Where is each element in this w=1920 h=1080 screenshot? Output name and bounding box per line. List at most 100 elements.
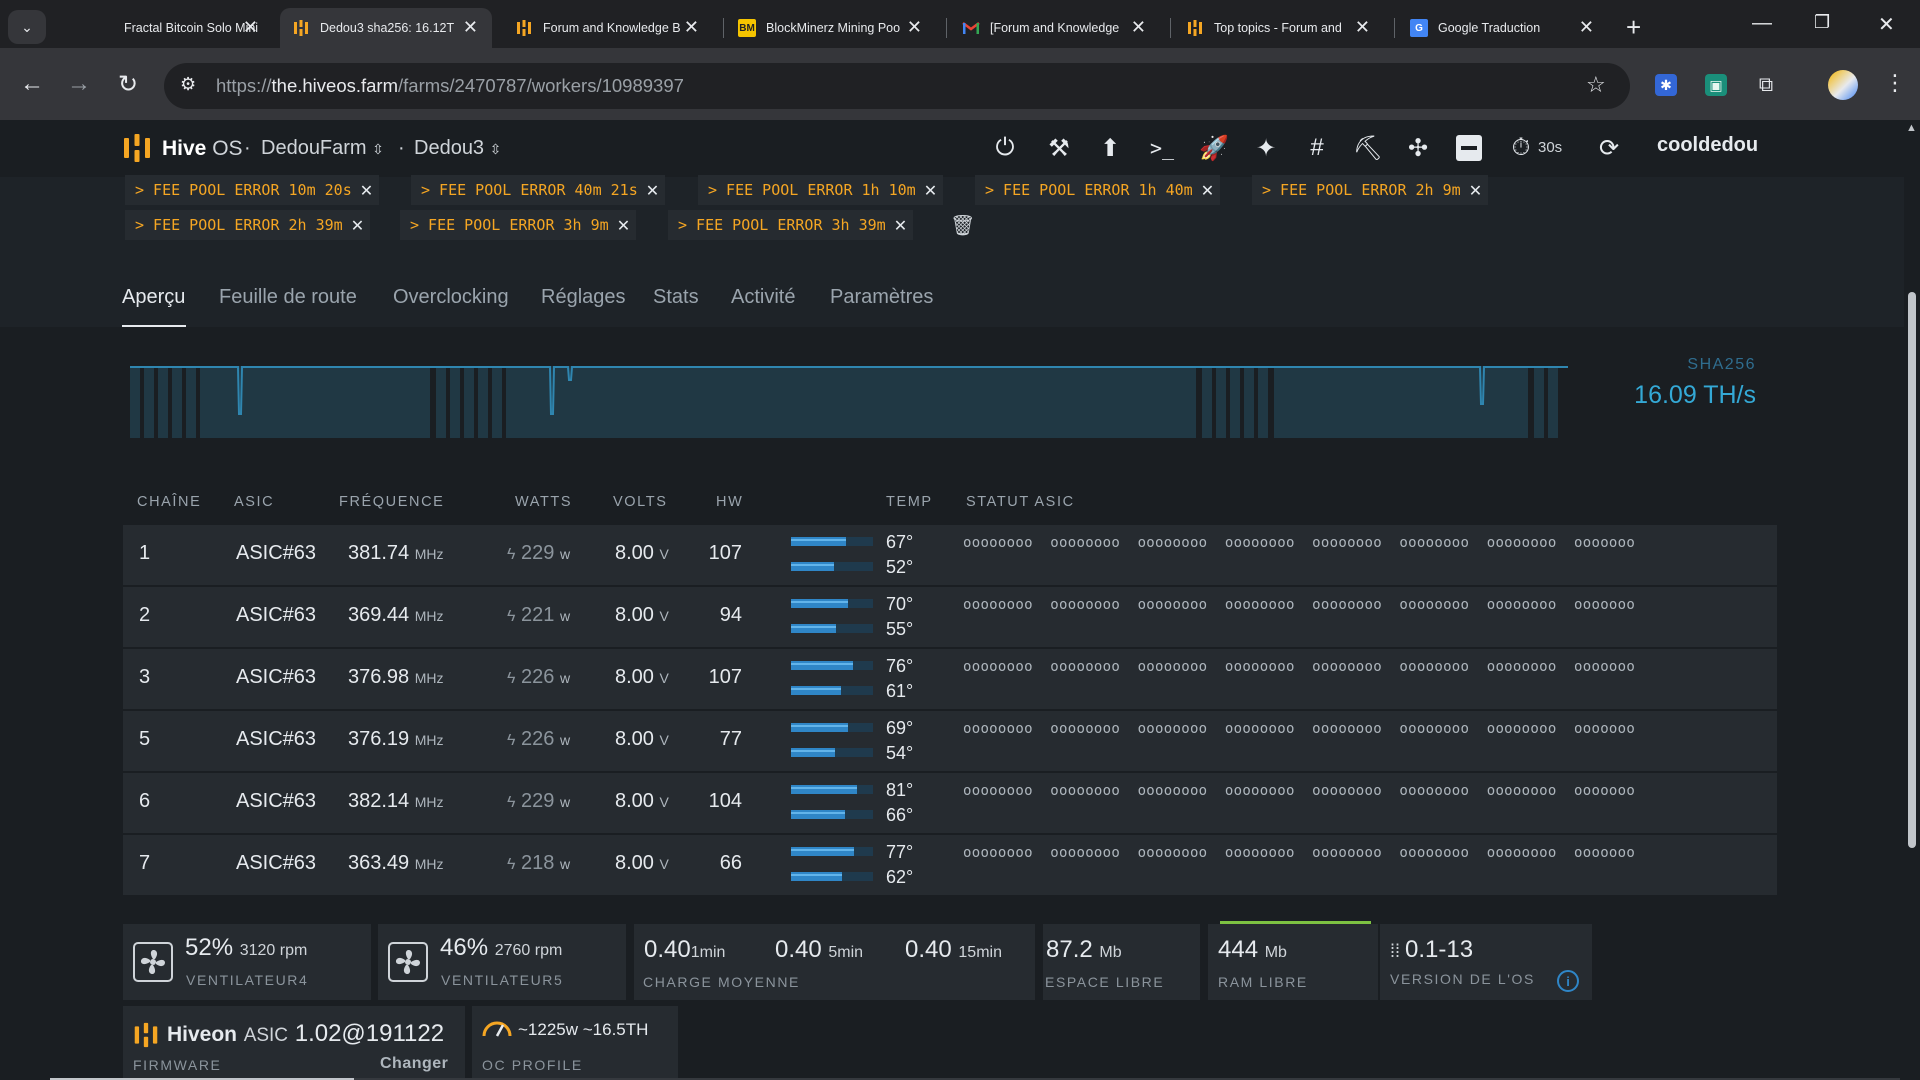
table-cell: ϟ 226 w xyxy=(507,666,570,689)
worker-selector[interactable]: Dedou3 ⇳ xyxy=(414,137,501,160)
site-settings-icon[interactable]: ⚙ xyxy=(180,74,196,95)
tab-feuille-de-route[interactable]: Feuille de route xyxy=(219,286,357,309)
minus-icon[interactable] xyxy=(1454,133,1484,163)
close-icon[interactable]: ✕ xyxy=(463,17,478,38)
column-header-asic-status: STATUT ASIC xyxy=(966,494,1075,510)
error-chip[interactable]: > FEE POOL ERROR 2h 39m ✕ xyxy=(125,210,371,240)
close-icon[interactable]: ✕ xyxy=(1131,17,1146,38)
temp-high: 81° xyxy=(886,780,914,800)
back-button[interactable]: ← xyxy=(20,70,44,98)
chevron-updown-icon: ⇳ xyxy=(372,141,384,157)
tools-icon[interactable]: ⚒ xyxy=(1044,133,1074,163)
trash-icon[interactable]: 🗑 xyxy=(950,213,975,238)
close-icon[interactable]: ✕ xyxy=(1201,181,1214,200)
restore-window-button[interactable]: ❐ xyxy=(1814,12,1830,33)
stopwatch-icon[interactable]: ⏱ xyxy=(1506,133,1536,163)
close-icon[interactable]: ✕ xyxy=(924,181,937,200)
ram-indicator-bar xyxy=(1220,921,1371,924)
error-chip[interactable]: > FEE POOL ERROR 1h 40m ✕ xyxy=(975,175,1221,205)
minimize-window-button[interactable]: — xyxy=(1752,12,1772,35)
oc-profile-label: OC PROFILE xyxy=(482,1057,583,1073)
refresh-icon[interactable]: ⟳ xyxy=(1594,133,1624,163)
frequency-value: 376.98 xyxy=(348,666,410,688)
close-icon[interactable]: ✕ xyxy=(646,181,659,200)
table-cell: 77 xyxy=(708,728,742,751)
url-text[interactable]: https://the.hiveos.farm/farms/2470787/wo… xyxy=(216,75,684,97)
asic-status: oooooooo oooooooo oooooooo oooooooo oooo… xyxy=(963,597,1636,613)
column-header-volts: VOLTS xyxy=(613,494,668,510)
hashrate-value: 16.09 TH/s xyxy=(1634,381,1756,409)
asic-status: oooooooo oooooooo oooooooo oooooooo oooo… xyxy=(963,783,1636,799)
tab-reglages[interactable]: Réglages xyxy=(541,286,626,309)
tab-stats[interactable]: Stats xyxy=(653,286,699,309)
tab-parametres[interactable]: Paramètres xyxy=(830,286,933,309)
pickaxe-icon[interactable]: ⛏ xyxy=(1353,133,1383,163)
info-icon[interactable]: i xyxy=(1557,970,1579,992)
new-tab-button[interactable]: + xyxy=(1626,12,1641,43)
magic-wand-icon[interactable]: ✦ xyxy=(1251,133,1281,163)
user-name[interactable]: cooldedou xyxy=(1657,134,1758,157)
power-icon[interactable]: ⏻ xyxy=(990,133,1020,163)
frequency-unit: MHz xyxy=(414,670,444,686)
error-chip[interactable]: > FEE POOL ERROR 3h 9m ✕ xyxy=(400,210,637,240)
close-icon[interactable]: ✕ xyxy=(684,17,699,38)
table-cell: 1 xyxy=(139,542,150,565)
tab-activite[interactable]: Activité xyxy=(731,286,795,309)
close-icon[interactable]: ✕ xyxy=(1579,17,1594,38)
error-chip[interactable]: > FEE POOL ERROR 2h 9m ✕ xyxy=(1252,175,1489,205)
temp-low: 61° xyxy=(886,681,914,701)
table-cell: ASIC#63 xyxy=(236,604,316,627)
hw-errors: 77 xyxy=(719,728,742,750)
table-cell: ϟ 226 w xyxy=(507,728,570,751)
brand-name[interactable]: Hive OS xyxy=(162,137,243,161)
error-chip[interactable]: > FEE POOL ERROR 40m 21s ✕ xyxy=(411,175,666,205)
browser-tab-6[interactable]: Top topics - Forum and ✕ xyxy=(1174,8,1384,48)
extension-2-icon[interactable]: ▣ xyxy=(1705,74,1727,96)
volts-unit: V xyxy=(659,670,669,686)
refresh-timer[interactable]: 30s xyxy=(1538,139,1562,156)
browser-tab-3[interactable]: Forum and Knowledge B ✕ xyxy=(503,8,713,48)
extensions-puzzle-icon[interactable]: ⧉ xyxy=(1755,74,1777,96)
close-icon[interactable]: ✕ xyxy=(894,216,907,235)
close-icon[interactable]: ✕ xyxy=(243,17,258,38)
browser-tab-5[interactable]: [Forum and Knowledge ✕ xyxy=(950,8,1160,48)
browser-tab-7[interactable]: G Google Traduction ✕ xyxy=(1398,8,1608,48)
error-chip[interactable]: > FEE POOL ERROR 1h 10m ✕ xyxy=(698,175,944,205)
browser-tab-4[interactable]: BM BlockMinerz Mining Poo ✕ xyxy=(726,8,936,48)
browser-tab-1[interactable]: Fractal Bitcoin Solo Mini ✕ xyxy=(84,8,272,48)
close-icon[interactable]: ✕ xyxy=(1355,17,1370,38)
close-icon[interactable]: ✕ xyxy=(907,17,922,38)
close-icon[interactable]: ✕ xyxy=(1469,181,1482,200)
change-firmware-button[interactable]: Changer xyxy=(380,1055,448,1073)
upgrade-icon[interactable]: ⬆ xyxy=(1095,133,1125,163)
rocket-icon[interactable]: 🚀 xyxy=(1199,133,1229,163)
tab-search-button[interactable]: ⌄ xyxy=(8,10,46,44)
close-icon[interactable]: ✕ xyxy=(617,216,630,235)
extension-1-icon[interactable]: ✱ xyxy=(1655,74,1677,96)
farm-selector[interactable]: DedouFarm ⇳ xyxy=(261,137,384,160)
close-icon[interactable]: ✕ xyxy=(360,181,373,200)
browser-tab-2[interactable]: Dedou3 sha256: 16.12T ✕ xyxy=(280,8,492,48)
close-window-button[interactable]: ✕ xyxy=(1878,12,1895,37)
close-icon[interactable]: ✕ xyxy=(351,216,364,235)
browser-menu-icon[interactable]: ⋮ xyxy=(1884,70,1906,96)
scroll-up-icon[interactable]: ▲ xyxy=(1906,122,1917,134)
profile-avatar[interactable] xyxy=(1828,70,1858,100)
scrollbar-thumb[interactable] xyxy=(1908,292,1916,848)
reload-button[interactable]: ↻ xyxy=(118,70,138,99)
error-chip[interactable]: > FEE POOL ERROR 3h 39m ✕ xyxy=(668,210,914,240)
error-chip[interactable]: > FEE POOL ERROR 10m 20s ✕ xyxy=(125,175,380,205)
table-cell: 3 xyxy=(139,666,150,689)
forward-button[interactable]: → xyxy=(67,70,91,98)
temperature-bar xyxy=(791,537,873,546)
tab-apercu[interactable]: Aperçu xyxy=(122,286,185,309)
hash-icon[interactable]: # xyxy=(1302,133,1332,163)
volts-value: 8.00 xyxy=(615,790,654,812)
table-cell: 363.49 MHz xyxy=(348,852,444,875)
fan-control-icon[interactable]: ✣ xyxy=(1403,133,1433,163)
bookmark-star-icon[interactable]: ☆ xyxy=(1586,72,1606,98)
terminal-icon[interactable]: >_ xyxy=(1147,133,1177,163)
load-15min: 0.40 15min xyxy=(905,936,1002,963)
tab-overclocking[interactable]: Overclocking xyxy=(393,286,509,309)
watts-unit: w xyxy=(559,732,571,748)
